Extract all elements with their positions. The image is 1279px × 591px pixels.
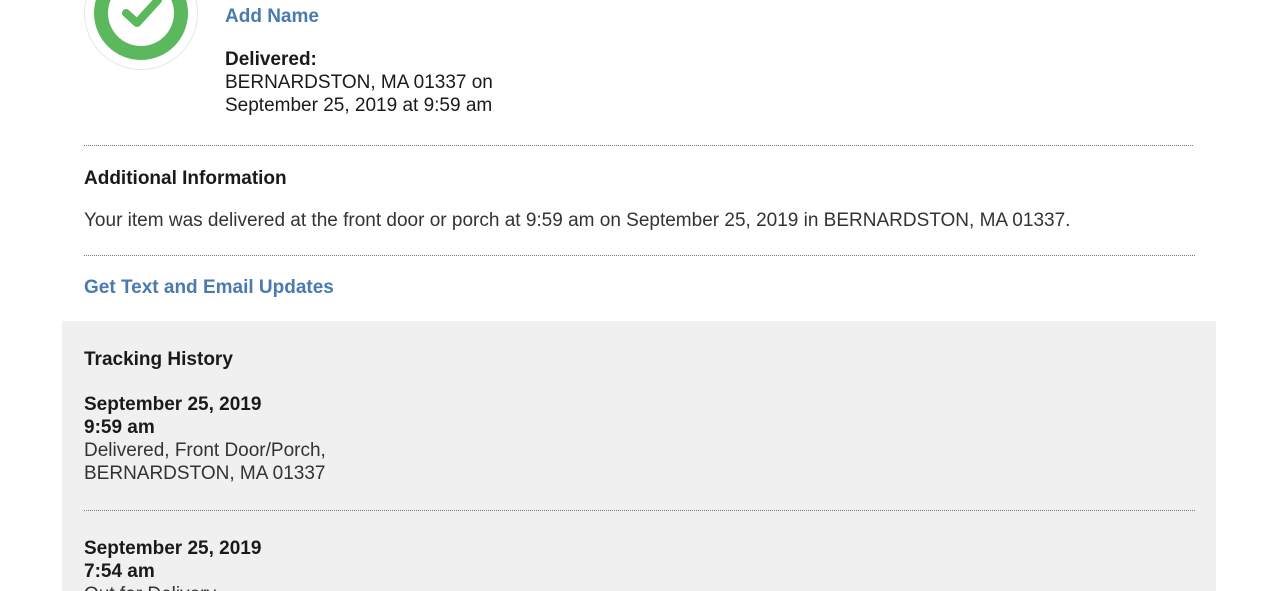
- tracking-event: September 25, 2019 7:54 am Out for Deliv…: [84, 537, 261, 591]
- delivered-label: Delivered:: [225, 49, 317, 70]
- delivery-status: Delivered: BERNARDSTON, MA 01337 on Sept…: [225, 48, 493, 117]
- tracking-history-panel: Tracking History September 25, 2019 9:59…: [62, 321, 1216, 591]
- tracking-event: September 25, 2019 9:59 am Delivered, Fr…: [84, 393, 326, 485]
- event-time: 9:59 am: [84, 417, 155, 438]
- additional-info-heading: Additional Information: [84, 168, 287, 189]
- event-status: Out for Delivery: [84, 583, 261, 591]
- check-circle-icon: [84, 0, 198, 70]
- event-location: BERNARDSTON, MA 01337: [84, 463, 326, 484]
- add-name-link[interactable]: Add Name: [225, 6, 319, 28]
- event-date: September 25, 2019: [84, 394, 262, 415]
- event-status: Delivered, Front Door/Porch,: [84, 440, 326, 461]
- tracking-history-heading: Tracking History: [84, 349, 233, 370]
- event-time: 7:54 am: [84, 561, 155, 582]
- additional-info-text: Your item was delivered at the front doo…: [84, 210, 1071, 231]
- divider: [84, 510, 1195, 511]
- event-date: September 25, 2019: [84, 538, 262, 559]
- divider: [84, 255, 1195, 256]
- tracking-page: Add Name Delivered: BERNARDSTON, MA 0133…: [0, 0, 1279, 591]
- delivered-datetime: September 25, 2019 at 9:59 am: [225, 95, 493, 116]
- delivered-location: BERNARDSTON, MA 01337 on: [225, 72, 493, 93]
- text-email-updates-link[interactable]: Get Text and Email Updates: [84, 277, 334, 299]
- divider: [84, 145, 1193, 146]
